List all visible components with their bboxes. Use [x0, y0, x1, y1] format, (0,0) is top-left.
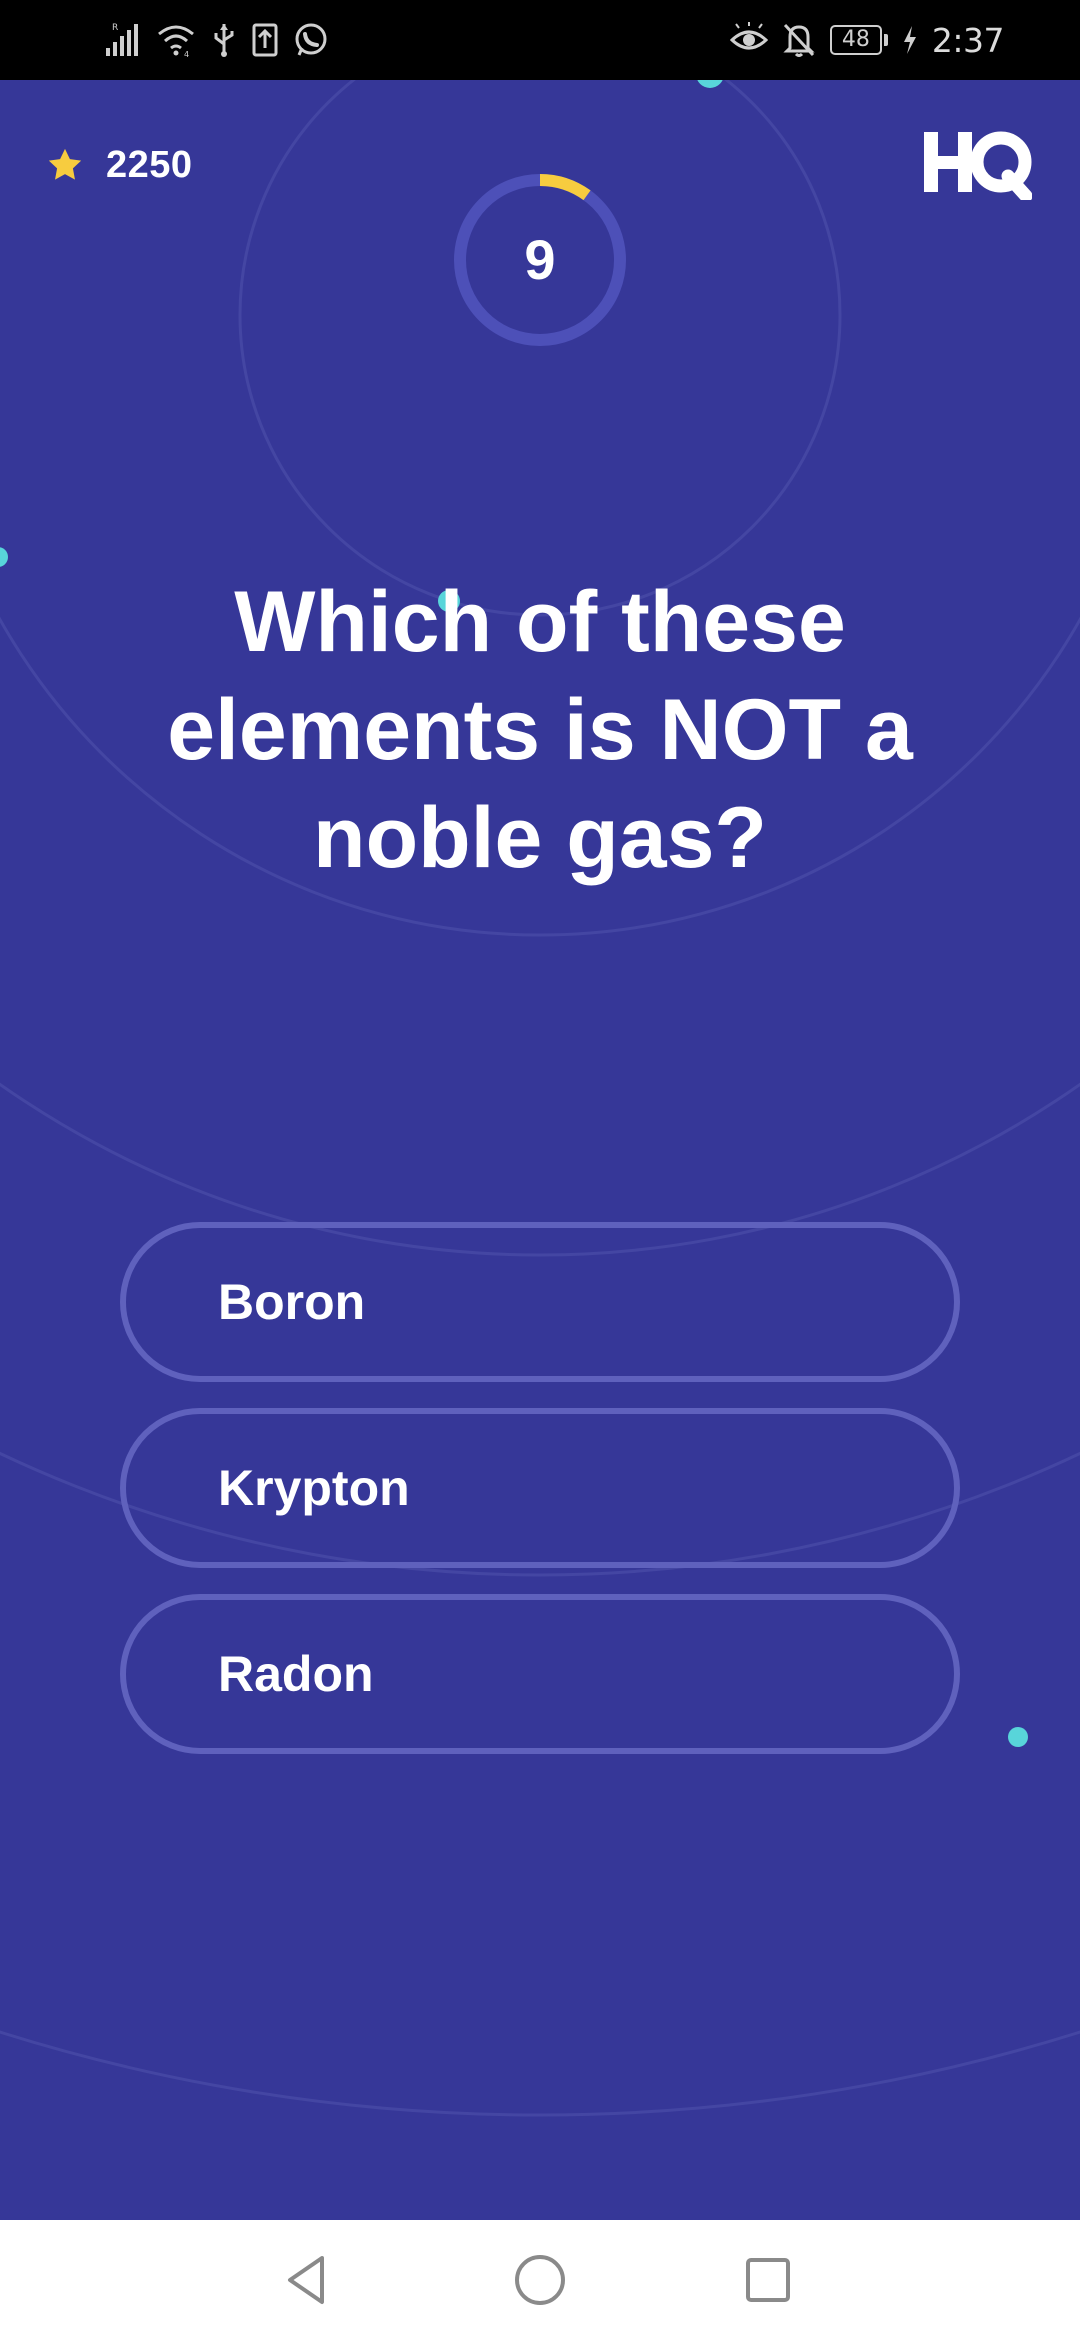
- status-icons-left: R 4: [104, 18, 328, 62]
- answer-label: Boron: [218, 1274, 366, 1330]
- orbit-dot-left: [0, 547, 8, 567]
- orbit-dot-top: [697, 80, 723, 88]
- eye-icon: [729, 22, 768, 50]
- hq-logo-icon: [924, 131, 1032, 200]
- battery-icon: 48: [829, 25, 888, 55]
- game-screen: 2250 9 Which of these elements is NOT a …: [0, 80, 1080, 2220]
- upload-icon: [252, 23, 278, 57]
- status-time: 2:37: [931, 20, 1005, 60]
- score-display: 2250: [46, 140, 193, 190]
- answer-label: Krypton: [218, 1460, 410, 1516]
- signal-icon: R: [106, 23, 138, 56]
- timer-value: 9: [524, 228, 556, 291]
- orbit-dot-right: [1008, 1727, 1028, 1747]
- wifi-icon: 4: [158, 25, 194, 58]
- back-icon[interactable]: [276, 2248, 340, 2312]
- answer-label: Radon: [218, 1646, 374, 1702]
- answer-option-radon[interactable]: Radon: [120, 1594, 960, 1754]
- background-rings: [0, 80, 1080, 2116]
- battery-level: 48: [829, 25, 882, 55]
- status-bar: R 4 48 2:37: [0, 0, 1080, 80]
- answer-option-krypton[interactable]: Krypton: [120, 1408, 960, 1568]
- score-value: 2250: [106, 143, 193, 186]
- home-icon[interactable]: [508, 2248, 572, 2312]
- answer-options: Boron Krypton Radon: [120, 1222, 960, 1780]
- charging-icon: [903, 26, 916, 54]
- navigation-bar: [0, 2220, 1080, 2340]
- status-icons-right: 48 2:37: [729, 18, 1005, 62]
- star-icon: [48, 148, 82, 180]
- svg-text:R: R: [112, 23, 118, 33]
- answer-option-boron[interactable]: Boron: [120, 1222, 960, 1382]
- whatsapp-icon: [295, 23, 327, 56]
- recents-icon[interactable]: [736, 2248, 800, 2312]
- question-text: Which of these elements is NOT a noble g…: [167, 574, 913, 886]
- countdown-timer: 9: [452, 172, 628, 348]
- svg-text:4: 4: [184, 50, 189, 58]
- usb-icon: [214, 24, 234, 57]
- bell-off-icon: [783, 23, 815, 57]
